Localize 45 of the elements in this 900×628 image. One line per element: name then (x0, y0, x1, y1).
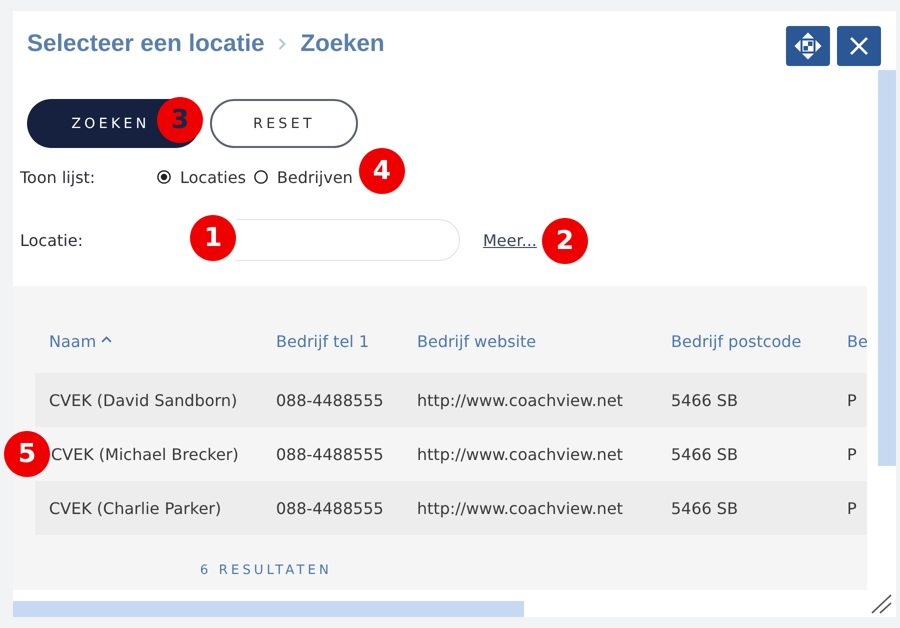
radio-option[interactable]: Bedrijven (254, 168, 353, 186)
table-cell-text: CVEK (David Sandborn) (48, 390, 238, 410)
table-row[interactable]: CVEK (David Sandborn) 088-4488555 http://www.coachview.net 5466 SB P (35, 373, 867, 427)
radio-option[interactable]: Locaties (157, 168, 246, 186)
column-header[interactable]: Naam (35, 332, 262, 350)
reset-button[interactable]: RESET (210, 99, 358, 148)
annotation-marker: 5 (4, 431, 50, 477)
close-icon (850, 37, 868, 55)
column-header[interactable]: Bedrijf tel 1 (262, 332, 403, 350)
table-cell-text: 5466 SB (670, 444, 739, 464)
breadcrumb-item: Zoeken (300, 30, 384, 58)
table-cell-text: 088-4488555 (275, 390, 385, 410)
table-cell-text: http://www.coachview.net (416, 390, 624, 410)
more-link[interactable]: Meer... (483, 230, 537, 250)
result-count: 6 RESULTATEN (200, 562, 332, 578)
close-button[interactable] (837, 26, 881, 66)
table-cell-text: P (846, 444, 858, 464)
column-header[interactable]: Be (835, 332, 867, 350)
table-cell-text: P (846, 498, 858, 518)
table-cell-text: 5466 SB (670, 498, 739, 518)
annotation-marker: 3 (157, 97, 203, 143)
move-icon (794, 32, 822, 60)
column-header[interactable]: Bedrijf website (403, 332, 657, 350)
table-cell-text: http://www.coachview.net (416, 498, 624, 518)
move-button[interactable] (786, 26, 830, 66)
table-cell-text: CVEK (Michael Brecker) (51, 444, 240, 464)
vertical-scrollbar[interactable] (878, 70, 896, 466)
annotation-marker: 4 (358, 148, 405, 194)
horizontal-scrollbar[interactable] (13, 601, 524, 617)
table-cell-text: 088-4488555 (275, 444, 385, 464)
table-cell-text: http://www.coachview.net (416, 444, 624, 464)
column-header[interactable]: Bedrijf postcode (657, 332, 835, 350)
table-cell-text: P (846, 390, 858, 410)
table-cell-text: 5466 SB (670, 390, 739, 410)
resize-grip-icon[interactable] (870, 594, 893, 614)
chevron-icon (278, 38, 286, 50)
field-label: Locatie: (20, 230, 84, 250)
annotation-marker: 1 (190, 214, 236, 260)
table-cell-text: CVEK (Charlie Parker) (48, 498, 222, 518)
table-cell-text: 088-4488555 (275, 498, 385, 518)
annotation-marker: 2 (542, 218, 588, 264)
breadcrumb-item[interactable]: Selecteer een locatie (27, 30, 264, 58)
table-row[interactable]: CVEK (Charlie Parker) 088-4488555 http://www.coachview.net 5466 SB P (35, 481, 867, 535)
location-input-field[interactable] (236, 219, 460, 261)
field-label: Toon lijst: (20, 168, 96, 186)
